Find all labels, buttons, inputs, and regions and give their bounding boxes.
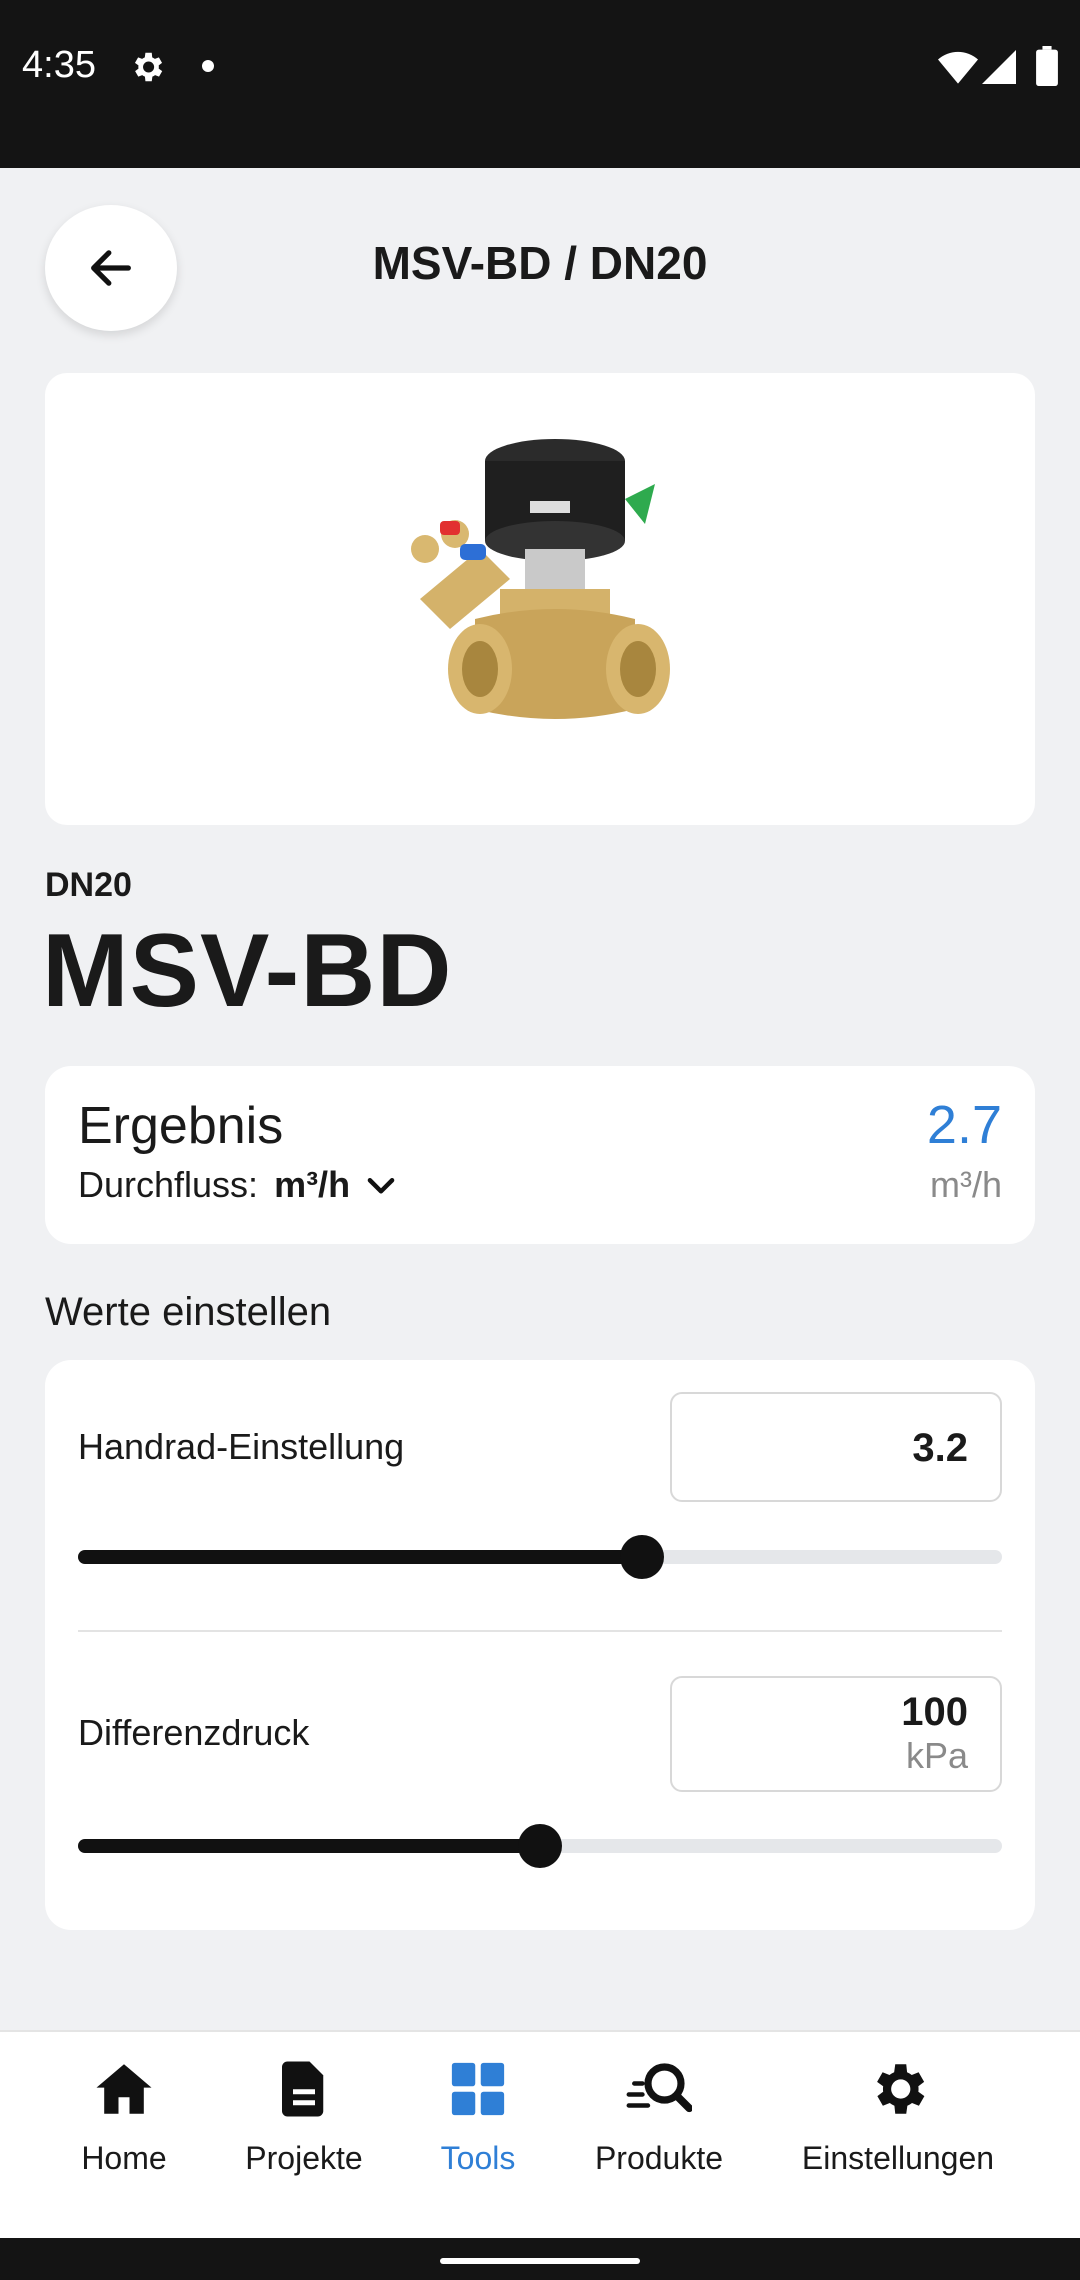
pressure-unit: kPa: [905, 1735, 968, 1776]
battery-icon: [1036, 46, 1058, 86]
chevron-down-icon: [367, 1178, 395, 1194]
handwheel-slider-fill: [78, 1550, 642, 1564]
nav-item-tools[interactable]: Tools: [418, 2056, 538, 2177]
document-icon: [282, 2061, 324, 2117]
gear-icon: [877, 2064, 925, 2114]
pressure-label: Differenzdruck: [78, 1712, 310, 1753]
pressure-input[interactable]: 100 kPa: [670, 1676, 1002, 1792]
nav-item-produkte[interactable]: Produkte: [584, 2056, 734, 2177]
valve-image: [411, 439, 670, 719]
home-indicator[interactable]: [440, 2258, 640, 2264]
handwheel-slider[interactable]: [78, 1535, 1002, 1579]
gear-icon: [134, 52, 163, 82]
product-image-card: [45, 373, 1035, 825]
divider: [78, 1630, 1002, 1632]
flow-unit-selector[interactable]: Durchfluss: m³/h: [78, 1164, 400, 1206]
pressure-value: 100: [901, 1690, 968, 1734]
result-value-unit: m³/h: [930, 1164, 1002, 1205]
handwheel-label: Handrad-Einstellung: [78, 1426, 405, 1467]
home-icon: [96, 2064, 152, 2114]
settings-card: Handrad-Einstellung 3.2 Differenzdruck 1…: [45, 1360, 1035, 1930]
nav-item-home[interactable]: Home: [56, 2056, 192, 2177]
flow-unit: m³/h: [274, 1164, 351, 1205]
nav-label-produkte: Produkte: [594, 2140, 724, 2176]
nav-label-projekte: Projekte: [245, 2140, 363, 2176]
result-card: Ergebnis Durchfluss: m³/h 2.7 m³/h: [45, 1066, 1035, 1244]
grid-icon: [451, 2062, 505, 2116]
flow-label: Durchfluss:: [78, 1164, 259, 1205]
status-bar: 4:35: [0, 0, 1080, 168]
product-size: DN20: [45, 866, 132, 904]
handwheel-slider-thumb[interactable]: [619, 1535, 664, 1579]
search-icon: [626, 2063, 692, 2113]
pressure-slider-thumb[interactable]: [518, 1824, 562, 1868]
nav-item-einstellungen[interactable]: Einstellungen: [792, 2056, 1004, 2177]
bottom-nav: Home Projekte Tools Produkte Einstellung…: [0, 2030, 1080, 2238]
nav-label-tools: Tools: [440, 2140, 516, 2176]
result-value: 2.7: [926, 1095, 1002, 1155]
page-title: MSV-BD / DN20: [372, 237, 708, 289]
result-title: Ergebnis: [78, 1097, 284, 1155]
handwheel-input[interactable]: 3.2: [670, 1392, 1002, 1502]
pressure-slider-fill: [78, 1839, 540, 1853]
signal-icon: [982, 50, 1016, 84]
pressure-slider[interactable]: [78, 1824, 1002, 1868]
product-name: MSV-BD: [42, 913, 453, 1029]
nav-label-einstellungen: Einstellungen: [801, 2140, 995, 2176]
section-title: Werte einstellen: [45, 1290, 332, 1334]
nav-item-projekte[interactable]: Projekte: [234, 2056, 374, 2177]
status-time: 4:35: [22, 44, 96, 86]
notification-dot: [202, 60, 214, 72]
handwheel-value: 3.2: [912, 1426, 968, 1470]
wifi-icon: [938, 51, 978, 84]
nav-label-home: Home: [81, 2140, 167, 2176]
